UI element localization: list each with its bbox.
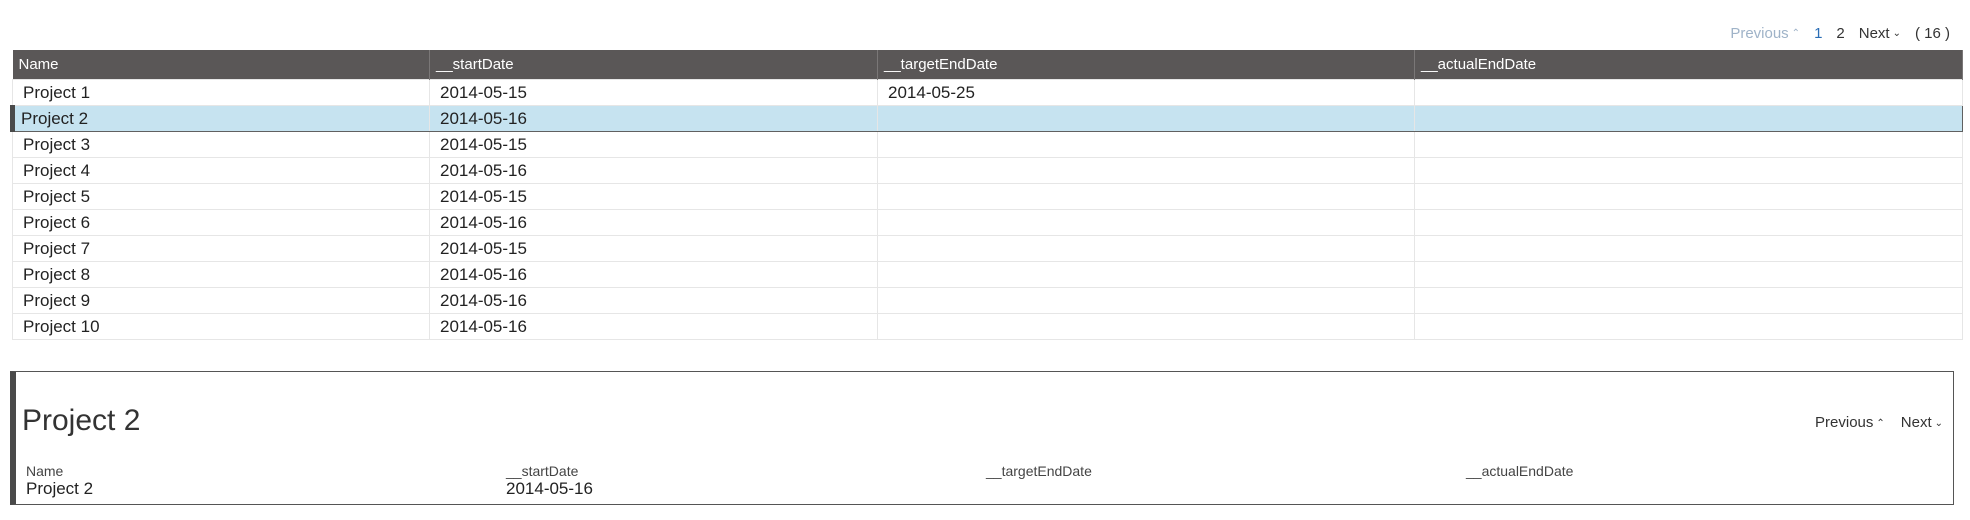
- table-row[interactable]: Project 9 2014-05-16: [12, 287, 1963, 314]
- chevron-down-icon: ⌄: [1934, 417, 1943, 429]
- table-cell-name: Project 7: [12, 235, 430, 262]
- table-cell-target: [877, 313, 1415, 340]
- table-cell-start: 2014-05-15: [429, 235, 878, 262]
- detail-field-start-date: __startDate 2014-05-16: [506, 463, 986, 499]
- table-cell-actual: [1414, 209, 1963, 236]
- table-cell-target: [877, 261, 1415, 288]
- table-cell-name: Project 6: [12, 209, 430, 236]
- detail-previous-label: Previous: [1815, 414, 1874, 431]
- table-cell-actual: [1414, 79, 1963, 106]
- table-cell-name: Project 4: [12, 157, 430, 184]
- table-cell-actual: [1414, 157, 1963, 184]
- column-header-name[interactable]: Name: [12, 50, 430, 80]
- field-label: __startDate: [506, 463, 579, 479]
- table-row[interactable]: Project 10 2014-05-16: [12, 313, 1963, 340]
- column-header-target-end-date[interactable]: __targetEndDate: [877, 50, 1415, 80]
- table-cell-start: 2014-05-16: [429, 287, 878, 314]
- table-cell-target: [877, 131, 1415, 158]
- table-row[interactable]: Project 3 2014-05-15: [12, 131, 1963, 158]
- detail-previous-link[interactable]: Previous ⌃: [1815, 414, 1885, 431]
- page-link-1[interactable]: 1: [1814, 25, 1822, 42]
- table-cell-start: 2014-05-15: [429, 183, 878, 210]
- column-header-start-date[interactable]: __startDate: [429, 50, 878, 80]
- table-cell-start: 2014-05-16: [429, 157, 878, 184]
- field-label: Name: [26, 463, 64, 479]
- detail-field-actual-end-date: __actualEndDate: [1466, 463, 1946, 499]
- table-cell-target: [877, 235, 1415, 262]
- table-row[interactable]: Project 6 2014-05-16: [12, 209, 1963, 236]
- table-cell-target: [877, 157, 1415, 184]
- table-row[interactable]: Project 1 2014-05-15 2014-05-25: [12, 79, 1963, 106]
- table-row[interactable]: Project 7 2014-05-15: [12, 235, 1963, 262]
- chevron-up-icon: ⌃: [1791, 28, 1801, 40]
- chevron-up-icon: ⌃: [1876, 417, 1885, 429]
- table-cell-actual: [1414, 287, 1963, 314]
- chevron-down-icon: ⌄: [1892, 28, 1901, 40]
- table-cell-actual: [1414, 183, 1963, 210]
- table-cell-start: 2014-05-16: [429, 313, 878, 340]
- table-cell-start: 2014-05-15: [429, 79, 878, 106]
- table-cell-name: Project 5: [12, 183, 430, 210]
- next-label: Next: [1858, 24, 1890, 42]
- detail-pager: Previous ⌃ Next ⌄: [1815, 414, 1943, 431]
- list-pager: Previous ⌃ 1 2 Next ⌄ ( 16 ): [1730, 22, 1950, 44]
- table-cell-name: Project 2: [10, 105, 430, 132]
- table-cell-target: [877, 287, 1415, 314]
- field-label: __actualEndDate: [1466, 463, 1574, 479]
- previous-label: Previous: [1730, 24, 1789, 42]
- table-cell-name: Project 8: [12, 261, 430, 288]
- page-link-2[interactable]: 2: [1836, 25, 1844, 42]
- next-page-link[interactable]: Next ⌄: [1859, 25, 1901, 42]
- table-cell-actual: [1414, 131, 1963, 158]
- detail-panel: Project 2 Previous ⌃ Next ⌄ Name Project 2…: [10, 371, 1954, 505]
- table-cell-target: [877, 209, 1415, 236]
- detail-fields: Name Project 2 __startDate 2014-05-16 __…: [26, 463, 1946, 499]
- table-header-row: Name __startDate __targetEndDate __actua…: [12, 50, 1963, 80]
- table-cell-name: Project 1: [12, 79, 430, 106]
- previous-page-link[interactable]: Previous ⌃: [1730, 25, 1800, 42]
- table-cell-name: Project 9: [12, 287, 430, 314]
- detail-next-link[interactable]: Next ⌄: [1901, 414, 1943, 431]
- table-row[interactable]: Project 8 2014-05-16: [12, 261, 1963, 288]
- column-header-actual-end-date[interactable]: __actualEndDate: [1414, 50, 1963, 80]
- detail-field-name: Name Project 2: [26, 463, 506, 499]
- table-cell-actual: [1414, 235, 1963, 262]
- table-cell-actual: [1414, 261, 1963, 288]
- table-cell-name: Project 10: [12, 313, 430, 340]
- detail-next-label: Next: [1900, 414, 1932, 431]
- field-value: 2014-05-16: [506, 479, 593, 498]
- table-cell-start: 2014-05-16: [429, 105, 878, 132]
- table-cell-target: [877, 105, 1415, 132]
- table-row[interactable]: Project 2 2014-05-16: [10, 105, 1963, 132]
- table-cell-actual: [1414, 105, 1963, 132]
- table-cell-start: 2014-05-16: [429, 209, 878, 236]
- projects-table: Name __startDate __targetEndDate __actua…: [10, 50, 1963, 340]
- table-row[interactable]: Project 5 2014-05-15: [12, 183, 1963, 210]
- table-cell-start: 2014-05-16: [429, 261, 878, 288]
- table-cell-target: 2014-05-25: [877, 79, 1415, 106]
- table-cell-name: Project 3: [12, 131, 430, 158]
- detail-field-target-end-date: __targetEndDate: [986, 463, 1466, 499]
- field-label: __targetEndDate: [986, 463, 1092, 479]
- table-cell-target: [877, 183, 1415, 210]
- table-row[interactable]: Project 4 2014-05-16: [12, 157, 1963, 184]
- detail-title: Project 2: [22, 404, 141, 437]
- record-count: ( 16 ): [1914, 24, 1950, 42]
- field-value: Project 2: [26, 479, 94, 498]
- table-cell-actual: [1414, 313, 1963, 340]
- table-cell-start: 2014-05-15: [429, 131, 878, 158]
